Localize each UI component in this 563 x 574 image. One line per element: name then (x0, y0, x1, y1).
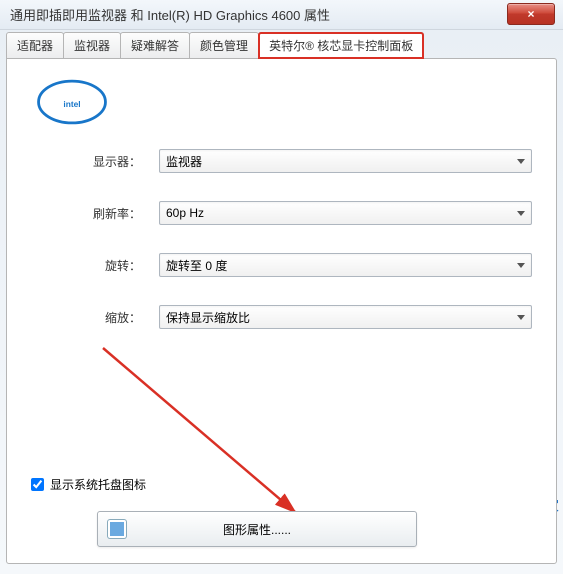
label-display: 显示器： (31, 153, 141, 170)
tray-icon-checkbox[interactable]: 显示系统托盘图标 (31, 476, 146, 493)
row-refresh: 刷新率： 60p Hz (31, 201, 532, 225)
tab-label: 疑难解答 (131, 39, 179, 53)
tab-troubleshoot[interactable]: 疑难解答 (120, 32, 190, 59)
annotation-arrow (99, 344, 309, 524)
svg-text:intel: intel (63, 99, 80, 109)
graphics-properties-button[interactable]: 图形属性...... (97, 511, 417, 547)
select-scale-value: 保持显示缩放比 (166, 309, 250, 326)
label-refresh: 刷新率： (31, 205, 141, 222)
checkbox-tray-label: 显示系统托盘图标 (50, 476, 146, 493)
tab-color[interactable]: 颜色管理 (189, 32, 259, 59)
tab-adapter[interactable]: 适配器 (6, 32, 64, 59)
tab-label: 监视器 (74, 39, 110, 53)
chevron-down-icon (517, 315, 525, 320)
row-rotate: 旋转： 旋转至 0 度 (31, 253, 532, 277)
tab-label: 英特尔® 核芯显卡控制面板 (269, 39, 413, 53)
tab-intel-graphics[interactable]: 英特尔® 核芯显卡控制面板 (258, 32, 424, 59)
chevron-down-icon (517, 159, 525, 164)
select-display[interactable]: 监视器 (159, 149, 532, 173)
settings-form: 显示器： 监视器 刷新率： 60p Hz 旋转： (31, 149, 532, 357)
select-rotate[interactable]: 旋转至 0 度 (159, 253, 532, 277)
tab-strip: 适配器 监视器 疑难解答 颜色管理 英特尔® 核芯显卡控制面板 intel 显示… (6, 32, 557, 564)
select-refresh[interactable]: 60p Hz (159, 201, 532, 225)
checkbox-tray[interactable] (31, 478, 44, 491)
row-scale: 缩放： 保持显示缩放比 (31, 305, 532, 329)
tab-monitor[interactable]: 监视器 (63, 32, 121, 59)
row-display: 显示器： 监视器 (31, 149, 532, 173)
tab-label: 适配器 (17, 39, 53, 53)
graphics-properties-label: 图形属性...... (223, 521, 291, 538)
select-scale[interactable]: 保持显示缩放比 (159, 305, 532, 329)
tab-label: 颜色管理 (200, 39, 248, 53)
window-title: 通用即插即用监视器 和 Intel(R) HD Graphics 4600 属性 (10, 5, 330, 24)
close-icon: × (527, 7, 534, 21)
label-rotate: 旋转： (31, 257, 141, 274)
select-rotate-value: 旋转至 0 度 (166, 257, 227, 274)
window-titlebar: 通用即插即用监视器 和 Intel(R) HD Graphics 4600 属性… (0, 0, 563, 30)
chevron-down-icon (517, 263, 525, 268)
close-button[interactable]: × (507, 3, 555, 25)
tab-panel-intel: intel 显示器： 监视器 刷新率： 60p Hz (6, 58, 557, 564)
label-scale: 缩放： (31, 309, 141, 326)
dialog-body: 适配器 监视器 疑难解答 颜色管理 英特尔® 核芯显卡控制面板 intel 显示… (0, 30, 563, 574)
select-refresh-value: 60p Hz (166, 206, 204, 220)
chevron-down-icon (517, 211, 525, 216)
select-display-value: 监视器 (166, 153, 202, 170)
intel-logo-icon: intel (37, 79, 107, 125)
graphics-icon (108, 520, 126, 538)
